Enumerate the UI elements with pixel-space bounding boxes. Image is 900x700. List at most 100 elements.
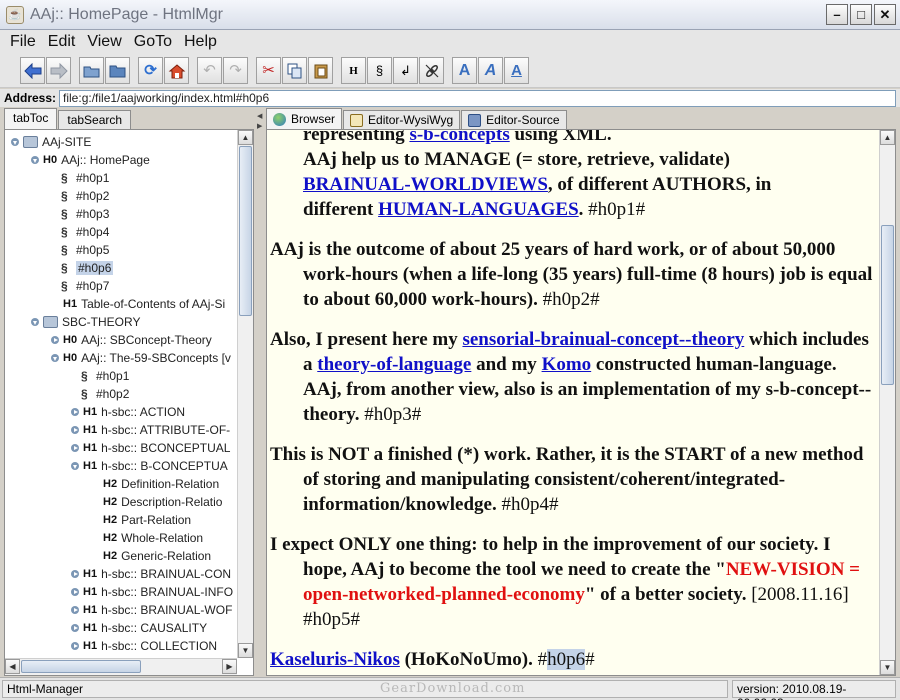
scroll-thumb[interactable] [239, 146, 252, 316]
link-theory-of-language[interactable]: theory-of-language [317, 354, 471, 375]
toc-node[interactable]: H1 h-sbc:: BCONCEPTUAL [71, 439, 230, 457]
underline-button[interactable]: A [504, 57, 529, 84]
address-input[interactable] [59, 89, 897, 107]
expand-toggle-icon[interactable] [11, 138, 19, 146]
expand-toggle-icon[interactable] [31, 318, 39, 326]
toc-node[interactable]: § #h0p2 [61, 187, 109, 205]
scroll-up-arrow-icon[interactable]: ▲ [880, 130, 895, 145]
toc-node[interactable]: H2 Part-Relation [91, 511, 191, 529]
tab-browser[interactable]: Browser [266, 108, 343, 129]
toc-node[interactable]: § #h0p1 [61, 169, 109, 187]
heading-level-icon: H2 [103, 496, 118, 508]
menu-goto[interactable]: GoTo [128, 33, 178, 51]
folder-button[interactable] [105, 57, 130, 84]
toc-node[interactable]: § #h0p3 [61, 205, 109, 223]
toc-node[interactable]: H1 h-sbc:: COLLECTION [71, 637, 217, 655]
expand-toggle-icon[interactable] [71, 408, 79, 416]
expand-toggle-icon[interactable] [71, 462, 79, 470]
toc-node[interactable]: SBC-THEORY [31, 313, 140, 331]
scroll-down-arrow-icon[interactable]: ▼ [880, 660, 895, 675]
menu-help[interactable]: Help [178, 33, 223, 51]
tab-editor-wysiwyg[interactable]: Editor-WysiWyg [343, 110, 461, 129]
scroll-down-arrow-icon[interactable]: ▼ [238, 643, 253, 658]
toc-node[interactable]: H1 h-sbc:: ATTRIBUTE-OF- [71, 421, 230, 439]
expand-toggle-icon[interactable] [71, 426, 79, 434]
copy-button[interactable] [282, 57, 307, 84]
panel-splitter[interactable]: ◀ ▶ [256, 108, 264, 676]
undo-button[interactable]: ↶ [197, 57, 222, 84]
toc-node[interactable]: § #h0p5 [61, 241, 109, 259]
newline-button[interactable]: ↲ [393, 57, 418, 84]
toc-node[interactable]: H0 AAj:: SBConcept-Theory [51, 331, 212, 349]
toc-node[interactable]: H2 Description-Relatio [91, 493, 222, 511]
expand-toggle-icon[interactable] [71, 624, 79, 632]
content-vertical-scrollbar[interactable]: ▲ ▼ [879, 130, 895, 675]
minimize-button[interactable]: – [826, 4, 848, 25]
toc-horizontal-scrollbar[interactable]: ◀ ▶ [5, 658, 237, 675]
toc-node[interactable]: H1 h-sbc:: BRAINUAL-CON [71, 565, 231, 583]
menu-edit[interactable]: Edit [42, 33, 82, 51]
paste-icon [314, 64, 327, 78]
collapse-right-arrow-icon[interactable]: ▶ [257, 122, 262, 130]
toc-vertical-scrollbar[interactable]: ▲ ▼ [237, 130, 253, 658]
hscroll-thumb[interactable] [21, 660, 141, 673]
expand-toggle-icon[interactable] [71, 570, 79, 578]
collapse-left-arrow-icon[interactable]: ◀ [257, 112, 262, 120]
toc-node[interactable]: § #h0p1 [81, 367, 129, 385]
toc-node[interactable]: § #h0p4 [61, 223, 109, 241]
link-kaseluris-nikos[interactable]: Kaseluris-Nikos [270, 649, 400, 670]
paste-button[interactable] [308, 57, 333, 84]
toc-node[interactable]: H1 h-sbc:: B-CONCEPTUA [71, 457, 228, 475]
link-komo[interactable]: Komo [542, 354, 592, 375]
menu-file[interactable]: File [4, 33, 42, 51]
heading-button[interactable]: H [341, 57, 366, 84]
font-button[interactable]: A [452, 57, 477, 84]
close-button[interactable]: ✕ [874, 4, 896, 25]
scroll-right-arrow-icon[interactable]: ▶ [222, 659, 237, 674]
content-scroll-thumb[interactable] [881, 225, 894, 385]
italic-button[interactable]: A [478, 57, 503, 84]
expand-toggle-icon[interactable] [71, 642, 79, 650]
expand-toggle-icon[interactable] [71, 588, 79, 596]
title-bar: ☕ AAj:: HomePage - HtmlMgr – □ ✕ [0, 0, 900, 30]
unlink-button[interactable] [419, 57, 444, 84]
toc-node[interactable]: AAj-SITE [11, 133, 91, 151]
expand-toggle-icon[interactable] [51, 336, 59, 344]
toc-node[interactable]: H2 Generic-Relation [91, 547, 211, 565]
section-button[interactable]: § [367, 57, 392, 84]
toc-node[interactable]: H0 AAj:: HomePage [31, 151, 150, 169]
home-button[interactable] [164, 57, 189, 84]
toc-node[interactable]: H1 h-sbc:: ACTION [71, 403, 185, 421]
tab-editor-source[interactable]: Editor-Source [461, 110, 567, 129]
maximize-button[interactable]: □ [850, 4, 872, 25]
forward-button[interactable] [46, 57, 71, 84]
toc-node[interactable]: § #h0p2 [81, 385, 129, 403]
toc-node[interactable]: H2 Definition-Relation [91, 475, 219, 493]
toc-node[interactable]: H0 AAj:: The-59-SBConcepts [v [51, 349, 231, 367]
expand-toggle-icon[interactable] [71, 606, 79, 614]
tab-search[interactable]: tabSearch [58, 110, 132, 129]
redo-button[interactable]: ↷ [223, 57, 248, 84]
link-brainual-worldviews[interactable]: BRAINUAL-WORLDVIEWS [303, 174, 548, 195]
toc-node[interactable]: § #h0p6 [61, 259, 114, 277]
link-s-b-concepts[interactable]: s-b-concepts [409, 130, 509, 145]
link-human-languages[interactable]: HUMAN-LANGUAGES [378, 199, 579, 220]
tab-toc[interactable]: tabToc [4, 108, 58, 129]
open-button[interactable] [79, 57, 104, 84]
expand-toggle-icon[interactable] [71, 444, 79, 452]
expand-toggle-icon[interactable] [31, 156, 39, 164]
link-sensorial-brainual-concept-theory[interactable]: sensorial-brainual-concept--theory [462, 329, 744, 350]
toc-node[interactable]: H2 Whole-Relation [91, 529, 203, 547]
menu-view[interactable]: View [81, 33, 127, 51]
toc-node[interactable]: H1 h-sbc:: BRAINUAL-WOF [71, 601, 232, 619]
refresh-button[interactable]: ⟳ [138, 57, 163, 84]
cut-button[interactable]: ✂ [256, 57, 281, 84]
scroll-left-arrow-icon[interactable]: ◀ [5, 659, 20, 674]
toc-node[interactable]: H1 Table-of-Contents of AAj-Si [51, 295, 225, 313]
scroll-up-arrow-icon[interactable]: ▲ [238, 130, 253, 145]
back-button[interactable] [20, 57, 45, 84]
expand-toggle-icon[interactable] [51, 354, 59, 362]
toc-node[interactable]: H1 h-sbc:: CAUSALITY [71, 619, 207, 637]
toc-node[interactable]: § #h0p7 [61, 277, 109, 295]
toc-node[interactable]: H1 h-sbc:: BRAINUAL-INFO [71, 583, 233, 601]
